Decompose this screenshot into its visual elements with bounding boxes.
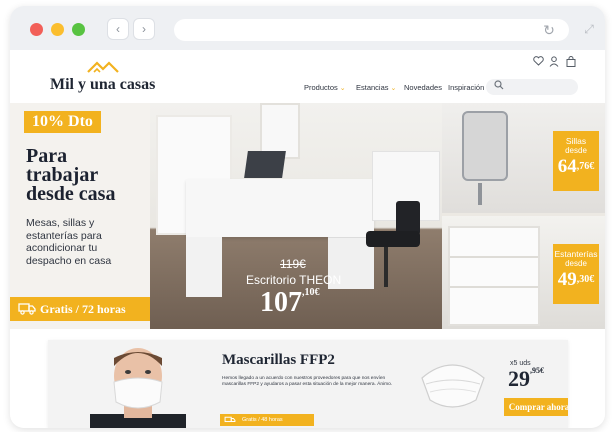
- hero-headline: Para trabajar desde casa: [26, 145, 116, 205]
- chair-base-image: [384, 247, 388, 287]
- back-button[interactable]: ‹: [107, 18, 129, 40]
- discount-badge: 10% Dto: [24, 111, 101, 133]
- reload-icon[interactable]: ↻: [539, 20, 559, 40]
- chevron-right-icon: ›: [142, 22, 146, 36]
- promo-description: Hemos llegado a un acuerdo con nuestros …: [222, 376, 393, 387]
- mask-promo-banner[interactable]: Mascarillas FFP2 Hemos llegado a un acue…: [48, 340, 568, 428]
- search-icon[interactable]: [494, 80, 504, 90]
- chevron-down-icon: ⌄: [339, 85, 346, 92]
- bag-icon[interactable]: [566, 56, 576, 67]
- truck-icon: [18, 303, 36, 315]
- heart-icon[interactable]: [533, 56, 544, 66]
- forward-button[interactable]: ›: [133, 18, 155, 40]
- old-price: 119€: [280, 257, 306, 271]
- tile-price-badge: Sillas desde 64,76€: [553, 131, 599, 191]
- desk-image: [186, 179, 374, 237]
- category-tile-estanterias[interactable]: Estanterías desde 49,30€: [442, 216, 605, 329]
- minimize-window-button[interactable]: [51, 23, 64, 36]
- website: Mil y una casas Productos ⌄ Estancias ⌄ No…: [10, 50, 605, 428]
- ffp2-mask-image: [421, 364, 485, 408]
- desk-leg-image: [186, 237, 222, 297]
- product-name: Escritorio THEON: [246, 273, 342, 287]
- logo-roof-icon: [87, 61, 119, 73]
- free-shipping-badge: Gratis / 72 horas: [10, 297, 150, 321]
- buy-now-button[interactable]: Comprar ahora: [504, 398, 568, 416]
- hero-banner[interactable]: 10% Dto Para trabajar desde casa Mesas, …: [10, 103, 605, 329]
- user-icon[interactable]: [549, 56, 559, 67]
- shelf-row: [450, 286, 538, 288]
- promo-title: Mascarillas FFP2: [222, 352, 335, 368]
- man-with-mask-image: [90, 348, 186, 428]
- logo-wordmark[interactable]: Mil y una casas: [50, 76, 155, 94]
- nav-novedades[interactable]: Novedades: [404, 83, 442, 92]
- expand-icon[interactable]: ⤢: [580, 20, 598, 38]
- chevron-left-icon: ‹: [116, 22, 120, 36]
- office-chair-image: [462, 111, 508, 181]
- nav-productos[interactable]: Productos ⌄: [304, 83, 346, 92]
- product-price: 107,10€: [260, 287, 320, 318]
- browser-toolbar: ‹ › ↻ ⤢: [10, 6, 605, 50]
- chair-image: [396, 201, 420, 235]
- chevron-down-icon: ⌄: [390, 85, 397, 92]
- shelf-row: [450, 256, 538, 258]
- chair-base-image: [478, 183, 482, 205]
- chair-seat-image: [366, 231, 420, 247]
- truck-icon: [224, 416, 236, 423]
- nav-inspiracion[interactable]: Inspiración: [448, 83, 484, 92]
- hero-copy-panel: [10, 103, 150, 329]
- browser-window: ‹ › ↻ ⤢ Mil y una casas Productos ⌄ Estan…: [10, 6, 605, 428]
- close-window-button[interactable]: [30, 23, 43, 36]
- laptop-image: [244, 151, 286, 178]
- maximize-window-button[interactable]: [72, 23, 85, 36]
- hero-subcopy: Mesas, sillas y estanterías para acondic…: [26, 217, 112, 267]
- nav-estancias[interactable]: Estancias ⌄: [356, 83, 396, 92]
- address-bar[interactable]: [174, 19, 569, 41]
- shelf-image: [448, 226, 540, 326]
- promo-price: 29,95€: [508, 366, 544, 391]
- category-tile-sillas[interactable]: Sillas desde 64,76€: [442, 103, 605, 213]
- tile-price-badge: Estanterías desde 49,30€: [553, 244, 599, 304]
